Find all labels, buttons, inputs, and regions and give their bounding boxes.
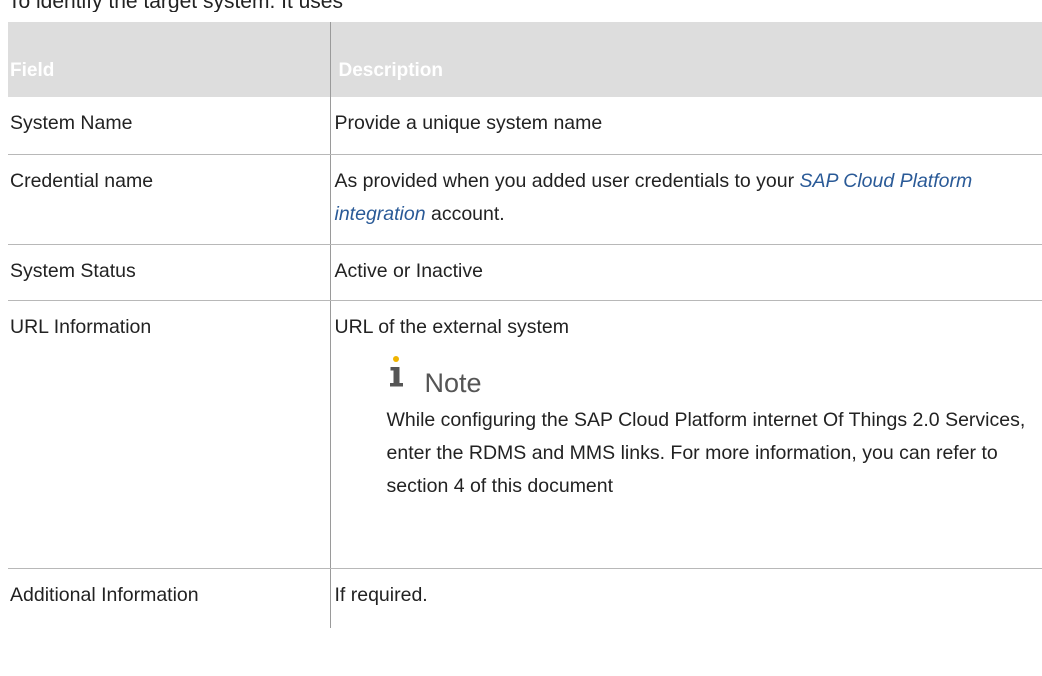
description-cell: Provide a unique system name (329, 97, 1042, 155)
description-cell: As provided when you added user credenti… (329, 154, 1042, 245)
description-cell: Active or Inactive (329, 244, 1042, 301)
partial-sentence: To identify the target system. It uses (8, 0, 343, 12)
description-cell: If required. (329, 568, 1042, 628)
note-text: While configuring the SAP Cloud Platform… (386, 408, 1026, 497)
description-text: As provided when you added user credenti… (334, 169, 800, 192)
table-header-row: Field Description (8, 22, 1042, 97)
info-i-icon (387, 354, 413, 390)
table-row: Additional Information If required. (8, 568, 1042, 628)
table-row: URL Information URL of the external syst… (8, 300, 1042, 569)
field-description-table: Field Description System Name Provide a … (8, 22, 1042, 628)
description-text-end: account. (425, 202, 505, 225)
description-cell: URL of the external system Note While co… (329, 300, 1042, 569)
table-row: System Status Active or Inactive (8, 244, 1042, 301)
field-cell: URL Information (8, 300, 330, 569)
note-title: Note (424, 367, 482, 398)
document-page: To identify the target system. It uses F… (0, 0, 1042, 676)
note-box: Note While configuring the SAP Cloud Pla… (335, 350, 1037, 503)
field-cell: Additional Information (10, 583, 199, 606)
description-text: URL of the external system (334, 315, 569, 338)
truncated-top-text: To identify the target system. It uses (0, 0, 1042, 12)
table-row: Credential name As provided when you add… (8, 154, 1042, 245)
note-header: Note (387, 350, 1037, 398)
field-cell: Credential name (8, 154, 330, 245)
field-cell: System Name (8, 97, 330, 155)
field-cell: System Status (8, 244, 330, 301)
header-description: Description (329, 22, 1042, 97)
table-row: System Name Provide a unique system name (8, 97, 1042, 155)
header-field: Field (8, 22, 330, 97)
